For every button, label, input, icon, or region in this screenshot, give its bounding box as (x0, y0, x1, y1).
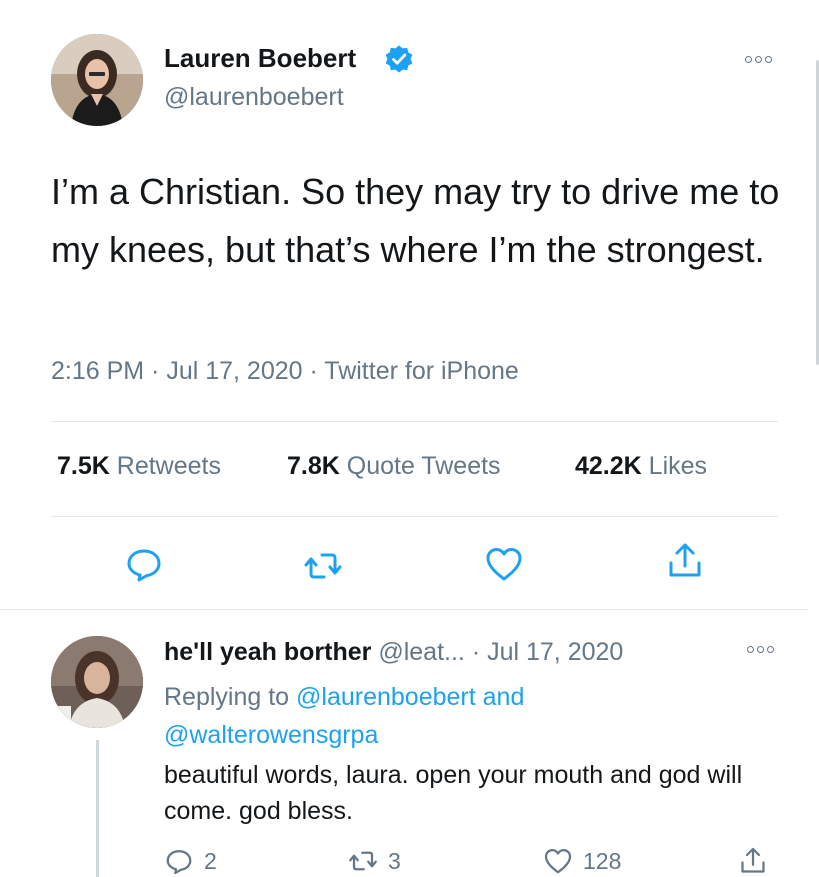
reply-icon (166, 850, 192, 875)
heart-icon (544, 849, 572, 874)
author-handle[interactable]: @laurenboebert (164, 83, 344, 112)
reply-header: he'll yeah borther @leat... · Jul 17, 20… (164, 638, 623, 667)
reply-reply-button[interactable]: 2 (164, 846, 217, 876)
retweet-icon (304, 553, 342, 579)
likes-count: 42.2K (575, 452, 642, 480)
reply-author-name[interactable]: he'll yeah borther (164, 638, 371, 666)
author-name[interactable]: Lauren Boebert (164, 43, 356, 74)
reply-share-button[interactable] (738, 846, 768, 876)
replying-to-label: Replying to (164, 683, 290, 711)
tweet-timestamp[interactable]: 2:16 PM · Jul 17, 2020 · Twitter for iPh… (51, 357, 519, 386)
share-icon (741, 847, 765, 873)
retweets-stat[interactable]: 7.5K Retweets (57, 452, 221, 481)
mention-link[interactable]: @laurenboebert (296, 683, 476, 711)
replying-to: Replying to @laurenboebert and @walterow… (164, 678, 764, 754)
thread-line (96, 740, 99, 877)
reply-text: beautiful words, laura. open your mouth … (164, 761, 743, 825)
tweet-text: I’m a Christian. So they may try to driv… (51, 171, 780, 270)
quote-tweets-label: Quote Tweets (346, 452, 501, 480)
share-button[interactable] (665, 541, 705, 581)
share-icon (669, 543, 701, 577)
divider (51, 516, 778, 517)
reply-author-avatar[interactable] (51, 636, 143, 728)
reply-more-options-icon[interactable] (747, 646, 774, 653)
retweet-button[interactable] (303, 546, 343, 586)
likes-stat[interactable]: 42.2K Likes (575, 452, 707, 481)
retweets-label: Retweets (116, 452, 221, 480)
likes-label: Likes (648, 452, 708, 480)
more-options-icon[interactable] (745, 56, 772, 63)
like-button[interactable] (484, 544, 524, 584)
author-avatar[interactable] (51, 34, 143, 126)
verified-badge-icon (384, 44, 414, 74)
mention-link[interactable]: @walterowensgrpa (164, 721, 378, 749)
like-count: 128 (583, 847, 622, 874)
reply-retweet-button[interactable]: 3 (348, 846, 401, 876)
retweet-count: 3 (388, 847, 401, 874)
and-word: and (482, 683, 525, 711)
heart-icon (486, 548, 522, 581)
quote-tweets-stat[interactable]: 7.8K Quote Tweets (287, 452, 501, 481)
quote-tweets-count: 7.8K (287, 452, 340, 480)
divider (0, 609, 808, 610)
retweets-count: 7.5K (57, 452, 110, 480)
reply-count: 2 (204, 847, 217, 874)
divider (51, 421, 778, 422)
reply-button[interactable] (124, 544, 164, 584)
reply-icon (127, 549, 161, 582)
retweet-icon (349, 851, 377, 871)
reply-author-handle[interactable]: @leat... (378, 638, 465, 666)
reply-date[interactable]: · Jul 17, 2020 (472, 638, 624, 666)
reply-like-button[interactable]: 128 (543, 846, 621, 876)
